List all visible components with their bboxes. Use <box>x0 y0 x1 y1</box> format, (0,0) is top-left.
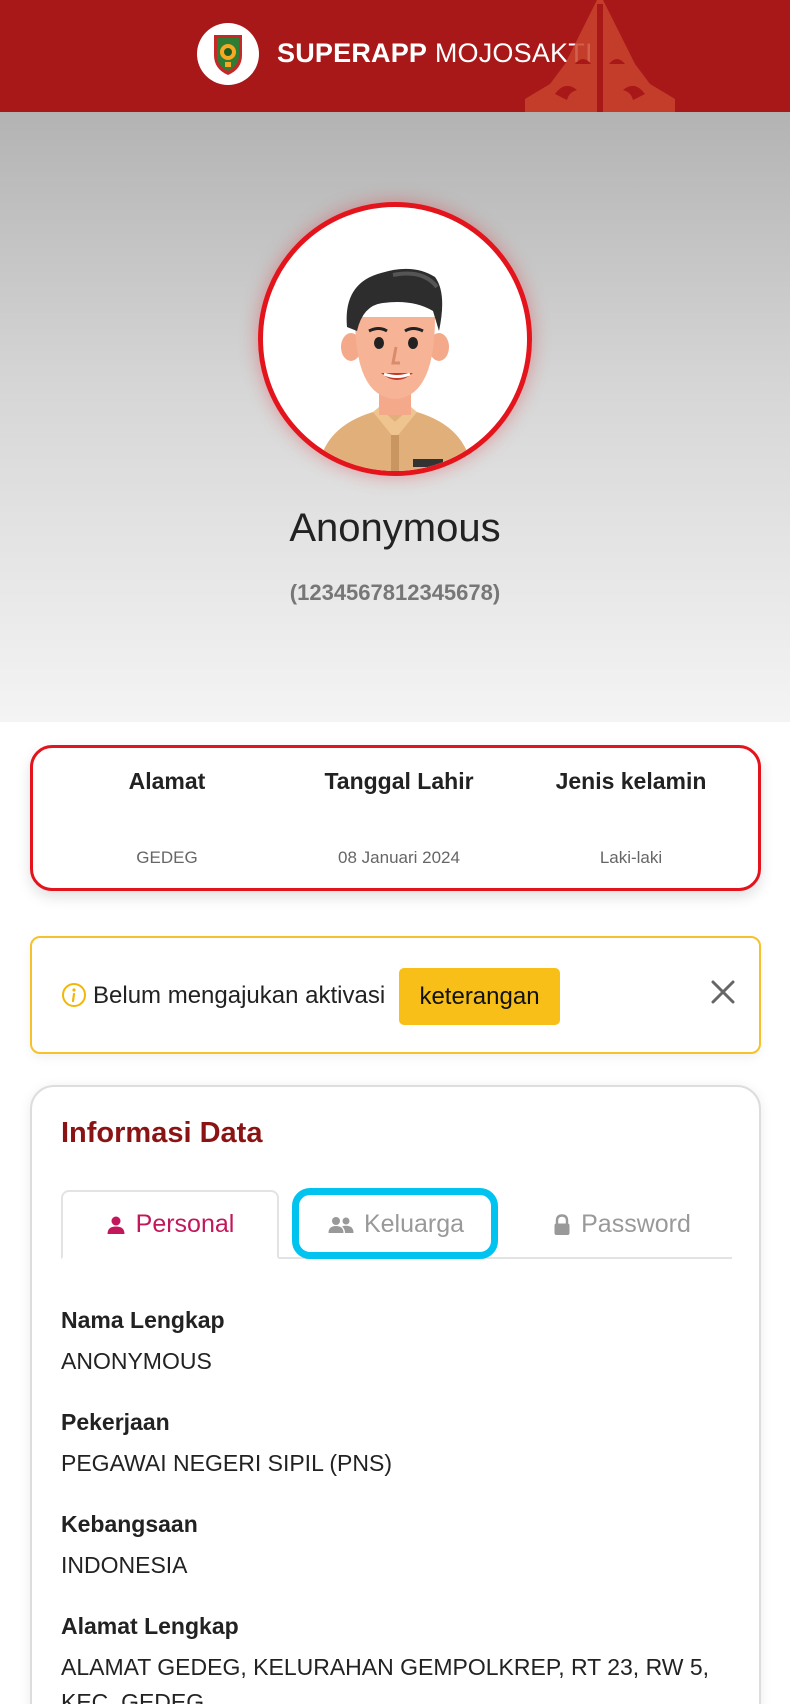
activation-alert: Belum mengajukan aktivasi keterangan <box>30 936 761 1054</box>
field-full-name: Nama Lengkap ANONYMOUS <box>61 1307 741 1379</box>
info-circle-icon <box>62 983 86 1007</box>
app-header: SUPERAPP MOJOSAKTI <box>0 0 790 112</box>
field-full-address: Alamat Lengkap ALAMAT GEDEG, KELURAHAN G… <box>61 1613 741 1704</box>
summary-value: Laki-laki <box>599 848 663 867</box>
users-icon <box>328 1216 354 1233</box>
field-value: PEGAWAI NEGERI SIPIL (PNS) <box>61 1450 393 1476</box>
tab-label: Keluarga <box>363 1210 465 1238</box>
gate-ornament-icon <box>525 0 675 112</box>
field-label: Kebangsaan <box>61 1511 198 1537</box>
profile-id: (1234567812345678) <box>289 580 501 605</box>
alert-message: Belum mengajukan aktivasi <box>93 982 386 1009</box>
civil-servant-avatar <box>318 268 472 471</box>
data-info-card: Informasi Data Personal Keluarga Passwor… <box>30 1085 761 1704</box>
profile-hero: Anonymous (1234567812345678) <box>0 112 790 722</box>
profile-name: Anonymous <box>289 506 501 550</box>
profile-summary-card: Alamat GEDEG Tanggal Lahir 08 Januari 20… <box>30 745 761 891</box>
field-value: INDONESIA <box>61 1552 188 1578</box>
tab-personal[interactable]: Personal <box>61 1190 279 1259</box>
user-icon <box>107 1216 125 1234</box>
tab-label: Password <box>581 1210 691 1238</box>
summary-value: 08 Januari 2024 <box>338 848 460 867</box>
field-value: ANONYMOUS <box>61 1348 212 1374</box>
field-nationality: Kebangsaan INDONESIA <box>61 1511 741 1583</box>
tab-label: Personal <box>135 1210 235 1238</box>
field-occupation: Pekerjaan PEGAWAI NEGERI SIPIL (PNS) <box>61 1409 741 1481</box>
field-label: Nama Lengkap <box>61 1307 225 1333</box>
section-title: Informasi Data <box>61 1117 263 1149</box>
tab-password[interactable]: Password <box>512 1190 732 1259</box>
close-icon[interactable] <box>705 974 741 1010</box>
tab-keluarga[interactable]: Keluarga <box>294 1190 498 1259</box>
keterangan-button[interactable]: keterangan <box>399 968 560 1025</box>
field-label: Pekerjaan <box>61 1409 170 1435</box>
summary-label: Alamat <box>128 768 206 794</box>
avatar[interactable] <box>258 202 532 476</box>
summary-value: GEDEG <box>136 848 198 867</box>
field-value: ALAMAT GEDEG, KELURAHAN GEMPOLKREP, RT 2… <box>61 1654 710 1704</box>
field-label: Alamat Lengkap <box>61 1613 239 1639</box>
summary-label: Tanggal Lahir <box>324 768 474 794</box>
lock-icon <box>554 1213 570 1235</box>
summary-label: Jenis kelamin <box>555 768 707 794</box>
regency-emblem-icon <box>197 23 259 85</box>
